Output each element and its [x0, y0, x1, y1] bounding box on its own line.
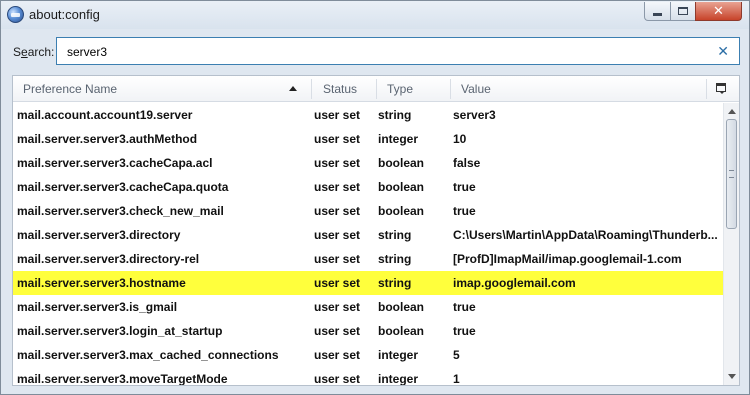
table-row[interactable]: mail.server.server3.check_new_mail user … [13, 199, 723, 223]
pref-value: imap.googlemail.com [453, 276, 576, 290]
search-input[interactable] [67, 43, 687, 61]
scroll-thumb[interactable] [726, 119, 737, 229]
pref-value: C:\Users\Martin\AppData\Roaming\Thunderb… [453, 228, 718, 242]
minimize-icon [653, 12, 662, 16]
minimize-button[interactable] [644, 2, 671, 21]
pref-name: mail.server.server3.moveTargetMode [17, 372, 228, 386]
pref-type: string [378, 228, 412, 242]
title-bar[interactable]: about:config ✕ [1, 1, 749, 29]
pref-type: boolean [378, 324, 425, 338]
pref-type: boolean [378, 156, 425, 170]
pref-status: user set [314, 204, 361, 218]
column-divider[interactable] [450, 79, 451, 99]
pref-status: user set [314, 180, 361, 194]
column-header-name[interactable]: Preference Name [23, 82, 117, 96]
search-row: Search: ✕ [1, 29, 749, 71]
preference-rows: mail.account.account19.server user set s… [13, 103, 723, 386]
search-box[interactable]: ✕ [56, 37, 740, 65]
search-label: Search: [13, 45, 55, 59]
pref-name: mail.server.server3.cacheCapa.acl [17, 156, 213, 170]
pref-value: 5 [453, 348, 460, 362]
table-row[interactable]: mail.server.server3.directory user set s… [13, 223, 723, 247]
maximize-button[interactable] [670, 2, 696, 21]
pref-name: mail.server.server3.login_at_startup [17, 324, 223, 338]
table-row[interactable]: mail.server.server3.max_cached_connectio… [13, 343, 723, 367]
pref-type: boolean [378, 300, 425, 314]
table-row[interactable]: mail.server.server3.is_gmail user set bo… [13, 295, 723, 319]
pref-type: integer [378, 348, 419, 362]
table-row[interactable]: mail.account.account19.server user set s… [13, 103, 723, 127]
table-row[interactable]: mail.server.server3.login_at_startup use… [13, 319, 723, 343]
pref-value: true [453, 180, 476, 194]
pref-status: user set [314, 324, 361, 338]
pref-name: mail.server.server3.hostname [17, 276, 186, 290]
pref-type: string [378, 276, 412, 290]
pref-type: string [378, 108, 412, 122]
about-config-window: about:config ✕ Search: ✕ Preference Name… [0, 0, 750, 395]
pref-status: user set [314, 276, 361, 290]
pref-value: false [453, 156, 481, 170]
clear-search-icon[interactable]: ✕ [717, 43, 729, 60]
pref-type: integer [378, 372, 419, 386]
table-row[interactable]: mail.server.server3.directory-rel user s… [13, 247, 723, 271]
pref-name: mail.server.server3.directory-rel [17, 252, 200, 266]
pref-status: user set [314, 108, 361, 122]
pref-name: mail.server.server3.is_gmail [17, 300, 178, 314]
pref-status: user set [314, 300, 361, 314]
column-picker-icon[interactable] [716, 83, 726, 94]
column-header-type[interactable]: Type [387, 82, 413, 96]
table-row[interactable]: mail.server.server3.cacheCapa.quota user… [13, 175, 723, 199]
pref-value: 10 [453, 132, 467, 146]
pref-status: user set [314, 228, 361, 242]
pref-value: 1 [453, 372, 460, 386]
pref-status: user set [314, 252, 361, 266]
table-row[interactable]: mail.server.server3.authMethod user set … [13, 127, 723, 151]
column-divider[interactable] [311, 79, 312, 99]
column-header-value[interactable]: Value [461, 82, 491, 96]
column-header-row: Preference Name Status Type Value [13, 76, 739, 102]
column-header-status[interactable]: Status [323, 82, 357, 96]
close-icon: ✕ [713, 3, 724, 18]
pref-name: mail.account.account19.server [17, 108, 193, 122]
maximize-icon [678, 7, 688, 15]
table-row[interactable]: mail.server.server3.cacheCapa.acl user s… [13, 151, 723, 175]
window-title: about:config [29, 7, 100, 22]
pref-type: string [378, 252, 412, 266]
pref-name: mail.server.server3.directory [17, 228, 181, 242]
pref-value: true [453, 204, 476, 218]
pref-value: true [453, 324, 476, 338]
pref-type: boolean [378, 204, 425, 218]
thunderbird-icon [7, 6, 24, 23]
pref-status: user set [314, 348, 361, 362]
pref-type: boolean [378, 180, 425, 194]
pref-name: mail.server.server3.max_cached_connectio… [17, 348, 279, 362]
pref-type: integer [378, 132, 419, 146]
preferences-tree[interactable]: Preference Name Status Type Value mail.a… [12, 75, 740, 386]
pref-status: user set [314, 372, 361, 386]
pref-value: [ProfD]ImapMail/imap.googlemail-1.com [453, 252, 682, 266]
pref-name: mail.server.server3.cacheCapa.quota [17, 180, 229, 194]
pref-status: user set [314, 156, 361, 170]
sort-ascending-icon [289, 86, 297, 91]
pref-value: server3 [453, 108, 496, 122]
column-divider[interactable] [376, 79, 377, 99]
table-row-selected[interactable]: mail.server.server3.hostname user set st… [13, 271, 723, 295]
vertical-scrollbar[interactable] [723, 103, 739, 385]
pref-name: mail.server.server3.authMethod [17, 132, 198, 146]
column-divider[interactable] [706, 79, 707, 99]
scroll-up-arrow-icon[interactable] [728, 109, 736, 114]
scroll-down-arrow-icon[interactable] [728, 374, 736, 379]
pref-value: true [453, 300, 476, 314]
pref-name: mail.server.server3.check_new_mail [17, 204, 224, 218]
close-button[interactable]: ✕ [695, 2, 742, 21]
table-row[interactable]: mail.server.server3.moveTargetMode user … [13, 367, 723, 386]
pref-status: user set [314, 132, 361, 146]
